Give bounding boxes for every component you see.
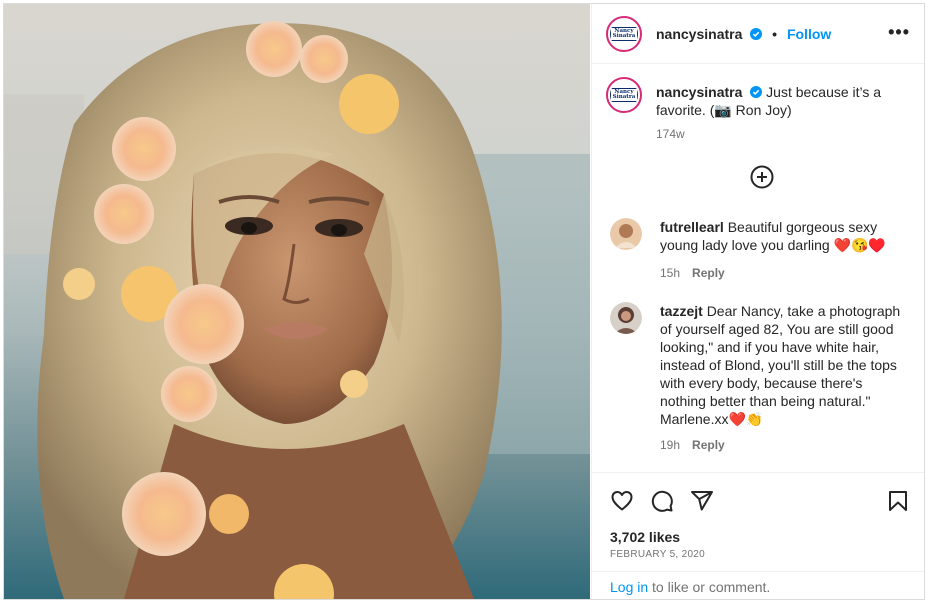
comment-bubble-icon[interactable] [650,489,674,513]
commenter-username[interactable]: tazzejt [660,303,703,319]
comment-body: Dear Nancy, take a photograph of yoursel… [660,303,901,427]
commenter-avatar[interactable] [610,218,642,250]
separator-dot: • [772,26,778,42]
comment-timestamp[interactable]: 19h [660,438,680,452]
author-avatar[interactable]: Nancy Sinatra [606,16,642,52]
commenter-avatar[interactable] [610,302,642,334]
login-link[interactable]: Log in [610,579,648,595]
author-username[interactable]: nancysinatra [656,26,742,42]
like-count[interactable]: 3,702 likes [610,529,680,545]
comment-item: futrellearl Beautiful gorgeous sexy youn… [610,218,910,288]
avatar-logo: Nancy Sinatra [610,27,638,41]
post-photo[interactable] [4,4,590,599]
post-sidebar: Nancy Sinatra nancysinatra • Follow ••• … [591,4,924,599]
caption-text-block: nancysinatra Just because it’s a favorit… [656,83,916,119]
heart-icon[interactable] [610,489,634,513]
reply-button[interactable]: Reply [692,266,725,280]
post-header: Nancy Sinatra nancysinatra • Follow ••• [592,4,924,64]
post-card: Nancy Sinatra nancysinatra • Follow ••• … [3,3,925,600]
verified-badge-icon [750,86,763,98]
login-prompt: Log in to like or comment. [592,571,924,599]
follow-button[interactable]: Follow [787,26,831,42]
caption-avatar[interactable]: Nancy Sinatra [606,77,642,113]
comment-item: tazzejt Dear Nancy, take a photograph of… [610,302,910,462]
login-prompt-text: to like or comment. [648,579,771,595]
comment-timestamp[interactable]: 15h [660,266,680,280]
paper-plane-icon[interactable] [690,489,714,513]
reply-button[interactable]: Reply [692,438,725,452]
more-options-icon[interactable]: ••• [888,22,910,43]
caption-timestamp[interactable]: 174w [656,127,685,141]
commenter-username[interactable]: futrellearl [660,219,724,235]
portrait-illustration [4,21,590,599]
caption-username[interactable]: nancysinatra [656,84,742,100]
bookmark-icon[interactable] [886,489,910,513]
post-date[interactable]: FEBRUARY 5, 2020 [610,549,705,560]
verified-badge-icon [750,28,763,40]
plus-circle-icon[interactable] [750,165,774,189]
avatar-logo: Nancy Sinatra [610,88,638,102]
post-actions: 3,702 likes FEBRUARY 5, 2020 Log in to l… [592,472,924,599]
